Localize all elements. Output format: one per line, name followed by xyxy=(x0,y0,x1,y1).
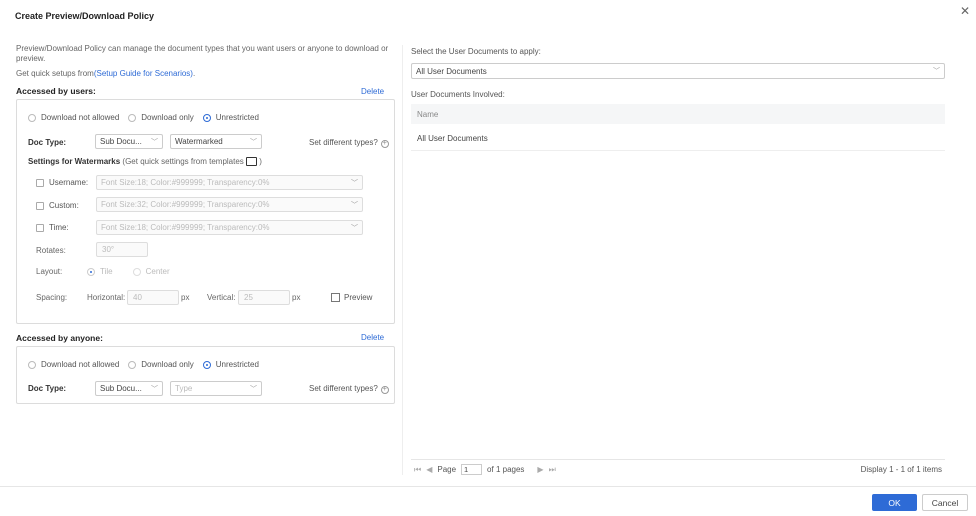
users-watermark-select[interactable]: Watermarked ﹀ xyxy=(170,134,262,149)
horizontal-unit: px xyxy=(181,293,190,302)
anyone-access-radios: Download not allowed Download only Unres… xyxy=(28,360,259,369)
pager-display-count: Display 1 - 1 of 1 items xyxy=(860,465,942,474)
users-doc-type-select[interactable]: Sub Docu... ﹀ xyxy=(95,134,163,149)
radio-dot-icon xyxy=(128,113,137,122)
close-icon[interactable]: ✕ xyxy=(960,4,970,18)
prev-page-icon[interactable]: ◀ xyxy=(426,465,432,474)
chevron-down-icon: ﹀ xyxy=(250,138,257,146)
rotates-input[interactable]: 30° xyxy=(96,242,148,257)
users-radio-download-only[interactable]: Download only xyxy=(128,113,194,122)
pager-divider xyxy=(411,459,945,460)
first-page-icon[interactable]: ⏮ xyxy=(414,465,421,475)
footer-divider xyxy=(0,486,976,487)
username-watermark-select[interactable]: Font Size:18; Color:#999999; Transparenc… xyxy=(96,175,363,190)
time-watermark-select[interactable]: Font Size:18; Color:#999999; Transparenc… xyxy=(96,220,363,235)
next-page-icon[interactable]: ▶ xyxy=(537,465,543,474)
panel-divider xyxy=(402,45,403,475)
radio-dot-icon xyxy=(132,267,141,276)
quick-setup-suffix: . xyxy=(192,69,196,78)
table-header-name: Name xyxy=(411,104,945,124)
radio-dot-icon xyxy=(28,113,36,122)
last-page-icon[interactable]: ⏭ xyxy=(549,465,556,475)
horizontal-label: Horizontal: xyxy=(87,293,126,302)
cancel-button[interactable]: Cancel xyxy=(922,494,968,511)
radio-dot-icon xyxy=(128,360,137,369)
horizontal-spacing-input[interactable]: 40 xyxy=(127,290,179,305)
anyone-section-title: Accessed by anyone: xyxy=(16,333,103,343)
time-checkbox[interactable]: Time: xyxy=(36,223,69,232)
users-doc-type-label: Doc Type: xyxy=(28,138,67,147)
users-radio-download-not-allowed[interactable]: Download not allowed xyxy=(28,113,119,122)
custom-checkbox[interactable]: Custom: xyxy=(36,201,79,210)
users-radio-unrestricted[interactable]: Unrestricted xyxy=(202,113,259,122)
checkbox-icon xyxy=(36,201,44,210)
username-checkbox[interactable]: Username: xyxy=(36,178,88,187)
table-row: All User Documents xyxy=(411,127,945,151)
users-section-title: Accessed by users: xyxy=(16,86,96,96)
radio-dot-icon xyxy=(87,267,95,276)
custom-watermark-select[interactable]: Font Size:32; Color:#999999; Transparenc… xyxy=(96,197,363,212)
pager: ⏮ ◀ Page 1 of 1 pages ▶ ⏭ xyxy=(414,464,556,475)
dialog-title: Create Preview/Download Policy xyxy=(15,11,155,21)
spacing-label: Spacing: xyxy=(36,293,68,302)
checkbox-icon xyxy=(36,223,44,232)
select-documents-label: Select the User Documents to apply: xyxy=(411,47,541,56)
chevron-down-icon: ﹀ xyxy=(151,385,158,393)
layout-radios: Tile Center xyxy=(87,267,170,276)
users-set-different-types[interactable]: Set different types? + xyxy=(309,138,389,148)
layout-radio-tile[interactable]: Tile xyxy=(87,267,113,276)
chevron-down-icon: ﹀ xyxy=(351,179,358,187)
ok-button[interactable]: OK xyxy=(872,494,917,511)
anyone-radio-download-not-allowed[interactable]: Download not allowed xyxy=(28,360,119,369)
anyone-radio-download-only[interactable]: Download only xyxy=(128,360,194,369)
user-documents-select[interactable]: All User Documents ﹀ xyxy=(411,63,945,79)
preview-button[interactable]: Preview xyxy=(331,293,372,302)
users-delete-link[interactable]: Delete xyxy=(361,87,384,96)
chevron-down-icon: ﹀ xyxy=(351,201,358,209)
vertical-label: Vertical: xyxy=(207,293,236,302)
quick-setup-text: Get quick setups from(Setup Guide for Sc… xyxy=(16,69,195,78)
users-access-radios: Download not allowed Download only Unres… xyxy=(28,113,259,122)
image-preview-icon xyxy=(331,293,340,302)
checkbox-icon xyxy=(36,178,44,187)
vertical-unit: px xyxy=(292,293,301,302)
vertical-spacing-input[interactable]: 25 xyxy=(238,290,290,305)
setup-guide-link[interactable]: (Setup Guide for Scenarios) xyxy=(94,69,193,78)
anyone-set-different-types[interactable]: Set different types? + xyxy=(309,384,389,394)
anyone-doc-type-select[interactable]: Sub Docu... ﹀ xyxy=(95,381,163,396)
rotates-label: Rotates: xyxy=(36,246,66,255)
anyone-doc-type-label: Doc Type: xyxy=(28,384,67,393)
page-number-input[interactable]: 1 xyxy=(461,464,483,475)
chevron-down-icon: ﹀ xyxy=(351,224,358,232)
radio-dot-icon xyxy=(202,360,211,369)
chevron-down-icon: ﹀ xyxy=(933,68,940,75)
documents-involved-label: User Documents Involved: xyxy=(411,90,505,99)
add-circle-icon: + xyxy=(380,140,389,148)
layout-radio-center[interactable]: Center xyxy=(132,267,170,276)
watermark-settings-header: Settings for Watermarks (Get quick setti… xyxy=(28,157,262,167)
anyone-type-select[interactable]: Type ﹀ xyxy=(170,381,262,396)
chevron-down-icon: ﹀ xyxy=(250,385,257,393)
policy-description: Preview/Download Policy can manage the d… xyxy=(16,44,389,63)
template-icon[interactable] xyxy=(246,157,258,167)
anyone-radio-unrestricted[interactable]: Unrestricted xyxy=(202,360,259,369)
radio-dot-icon xyxy=(28,360,36,369)
layout-label: Layout: xyxy=(36,267,63,276)
chevron-down-icon: ﹀ xyxy=(151,138,158,146)
anyone-delete-link[interactable]: Delete xyxy=(361,333,384,342)
add-circle-icon: + xyxy=(380,386,389,394)
quick-setup-prefix: Get quick setups from xyxy=(16,69,94,78)
radio-dot-icon xyxy=(202,113,211,122)
